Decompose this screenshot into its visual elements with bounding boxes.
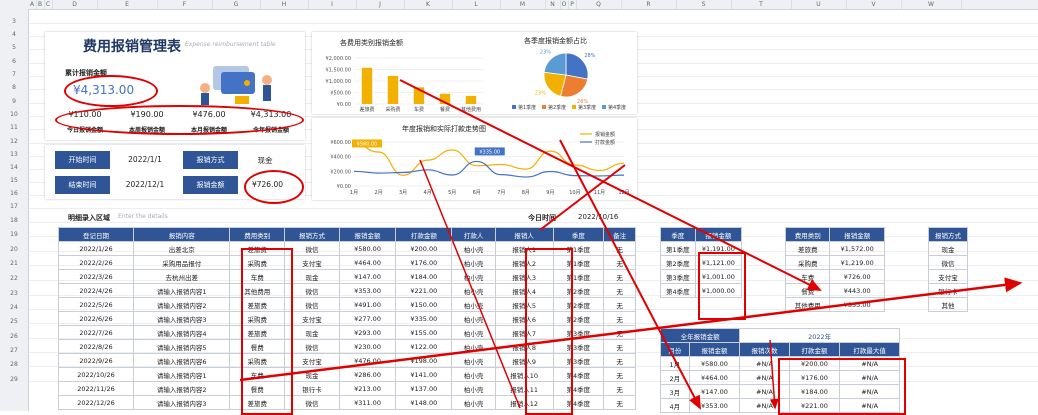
annotation-arrows [239, 79, 1023, 410]
